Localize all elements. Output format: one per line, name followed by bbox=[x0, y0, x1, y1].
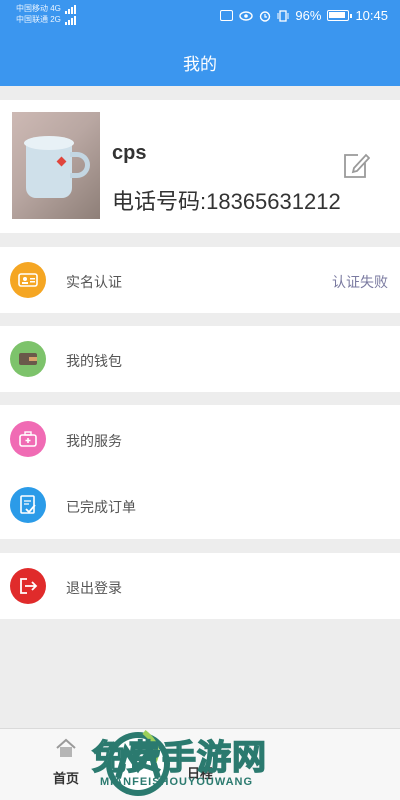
watermark-subtitle: MIANFEISHOUYOUWANG bbox=[100, 776, 254, 788]
carrier-1: 中国移动 bbox=[16, 4, 48, 13]
menu-item-services[interactable]: 我的服务 bbox=[0, 407, 400, 471]
carrier-info: 中国移动 4G 中国联通 2G bbox=[16, 3, 79, 25]
menu-item-orders[interactable]: 已完成订单 bbox=[0, 473, 400, 537]
carrier-2-network: 2G bbox=[50, 15, 61, 24]
wallet-section: 我的钱包 bbox=[0, 326, 400, 392]
avatar-mug-rim bbox=[24, 136, 74, 150]
menu-label-wallet: 我的钱包 bbox=[66, 353, 122, 369]
menu-label-logout: 退出登录 bbox=[66, 580, 122, 596]
menu-item-logout[interactable]: 退出登录 bbox=[0, 554, 400, 618]
exit-icon bbox=[10, 568, 46, 604]
battery-icon bbox=[327, 10, 353, 21]
signal-icon bbox=[65, 16, 77, 25]
menu-label-services: 我的服务 bbox=[66, 433, 122, 449]
signal-icon bbox=[65, 5, 77, 14]
wallet-icon bbox=[10, 341, 46, 377]
phone-number: 电话号码:18365631212 bbox=[112, 189, 341, 214]
avatar-mug-handle bbox=[70, 152, 90, 178]
page-title: 我的 bbox=[183, 55, 217, 74]
alarm-icon bbox=[260, 10, 271, 22]
status-bar: 中国移动 4G 中国联通 2G 96% 10:45 bbox=[0, 0, 400, 34]
menu-item-verify[interactable]: 实名认证 认证失败 bbox=[0, 248, 400, 312]
edit-icon[interactable] bbox=[342, 150, 370, 180]
watermark-title: 免费手游网 bbox=[91, 738, 267, 778]
hd-icon bbox=[220, 10, 234, 21]
menu-label-orders: 已完成订单 bbox=[66, 499, 136, 515]
clock: 10:45 bbox=[355, 8, 388, 23]
verify-section: 实名认证 认证失败 bbox=[0, 247, 400, 313]
nav-home[interactable]: 首页 bbox=[36, 737, 96, 787]
eye-icon bbox=[239, 10, 254, 21]
home-icon bbox=[56, 738, 76, 757]
checklist-icon bbox=[10, 487, 46, 523]
title-bar: 我的 bbox=[0, 34, 400, 86]
vibrate-icon bbox=[277, 9, 289, 22]
menu-item-wallet[interactable]: 我的钱包 bbox=[0, 327, 400, 391]
briefcase-icon bbox=[10, 421, 46, 457]
id-card-icon bbox=[10, 262, 46, 298]
avatar[interactable] bbox=[12, 112, 100, 219]
status-icons: 96% 10:45 bbox=[220, 8, 388, 23]
username: cps bbox=[112, 142, 147, 164]
services-section: 我的服务 已完成订单 bbox=[0, 405, 400, 539]
menu-label-verify: 实名认证 bbox=[66, 274, 122, 290]
nav-home-label: 首页 bbox=[52, 771, 79, 786]
carrier-2: 中国联通 bbox=[16, 15, 48, 24]
verify-status: 认证失败 bbox=[332, 274, 388, 290]
battery-percent: 96% bbox=[295, 8, 322, 23]
logout-section: 退出登录 bbox=[0, 553, 400, 619]
carrier-1-network: 4G bbox=[50, 4, 61, 13]
avatar-mug bbox=[26, 142, 72, 198]
